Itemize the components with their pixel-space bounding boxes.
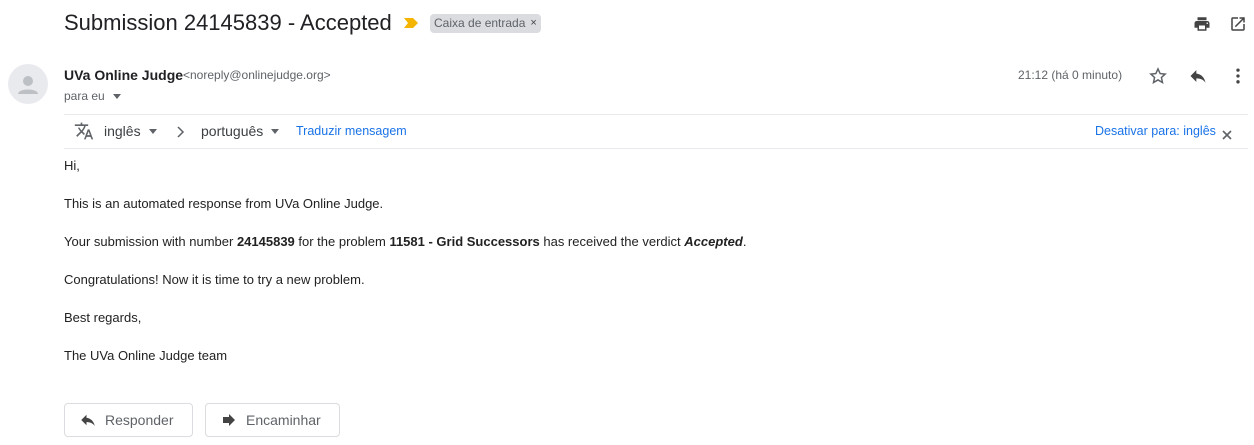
more-options-icon[interactable] [1226,64,1250,88]
label-chip-text: Caixa de entrada [434,16,526,30]
forward-icon [223,414,235,426]
message-time: 21:12 (há 0 minuto) [1018,68,1123,82]
chevron-down-icon [112,93,121,99]
body-line-congrats: Congratulations! Now it is time to try a… [64,272,365,287]
recipients-toggle[interactable]: para eu [64,89,121,103]
print-icon[interactable] [1190,12,1214,36]
body-line-regards: Best regards, [64,310,142,325]
body-line-intro: This is an automated response from UVa O… [64,196,384,211]
source-language-label: inglês [104,123,141,139]
translate-message-link[interactable]: Traduzir mensagem [296,124,407,138]
sender-name[interactable]: UVa Online Judge [64,67,183,83]
body-text-segment: . [742,234,747,249]
forward-button[interactable]: Encaminhar [205,403,340,437]
reply-button[interactable]: Responder [64,403,193,437]
forward-button-label: Encaminhar [246,412,321,428]
reply-button-label: Responder [105,412,174,428]
close-icon[interactable] [1222,127,1232,145]
star-icon[interactable] [1146,64,1170,88]
recipients-label: para eu [64,89,105,103]
chevron-down-icon [148,128,157,134]
email-subject: Submission 24145839 - Accepted [64,10,392,35]
body-greeting: Hi, [64,158,80,173]
sender-email: <noreply@onlinejudge.org> [183,68,331,82]
disable-translation-link[interactable]: Desativar para: inglês [1095,124,1216,138]
target-language-select[interactable]: português [201,123,280,139]
body-line-signature: The UVa Online Judge team [64,348,228,363]
reply-icon[interactable] [1186,64,1210,88]
open-in-new-window-icon[interactable] [1226,12,1250,36]
source-language-select[interactable]: inglês [104,123,157,139]
body-text-segment: for the problem [294,234,390,249]
problem-name: 11581 - Grid Successors [389,234,540,249]
translate-icon [74,121,94,141]
person-icon [18,76,38,94]
body-text-segment: Your submission with number [64,234,237,249]
chevron-right-icon [176,125,186,143]
submission-number: 24145839 [236,234,295,249]
importance-marker-icon[interactable] [403,16,419,30]
sender-avatar [8,64,48,104]
chevron-down-icon [271,128,280,134]
target-language-label: português [201,123,264,139]
body-text-segment: has received the verdict [539,234,685,249]
remove-label-icon[interactable]: × [530,14,536,33]
body-line-verdict: Your submission with number 24145839 for… [64,234,746,249]
verdict: Accepted [684,234,743,249]
reply-icon [81,414,95,426]
label-chip-inbox: Caixa de entrada × [430,14,541,33]
